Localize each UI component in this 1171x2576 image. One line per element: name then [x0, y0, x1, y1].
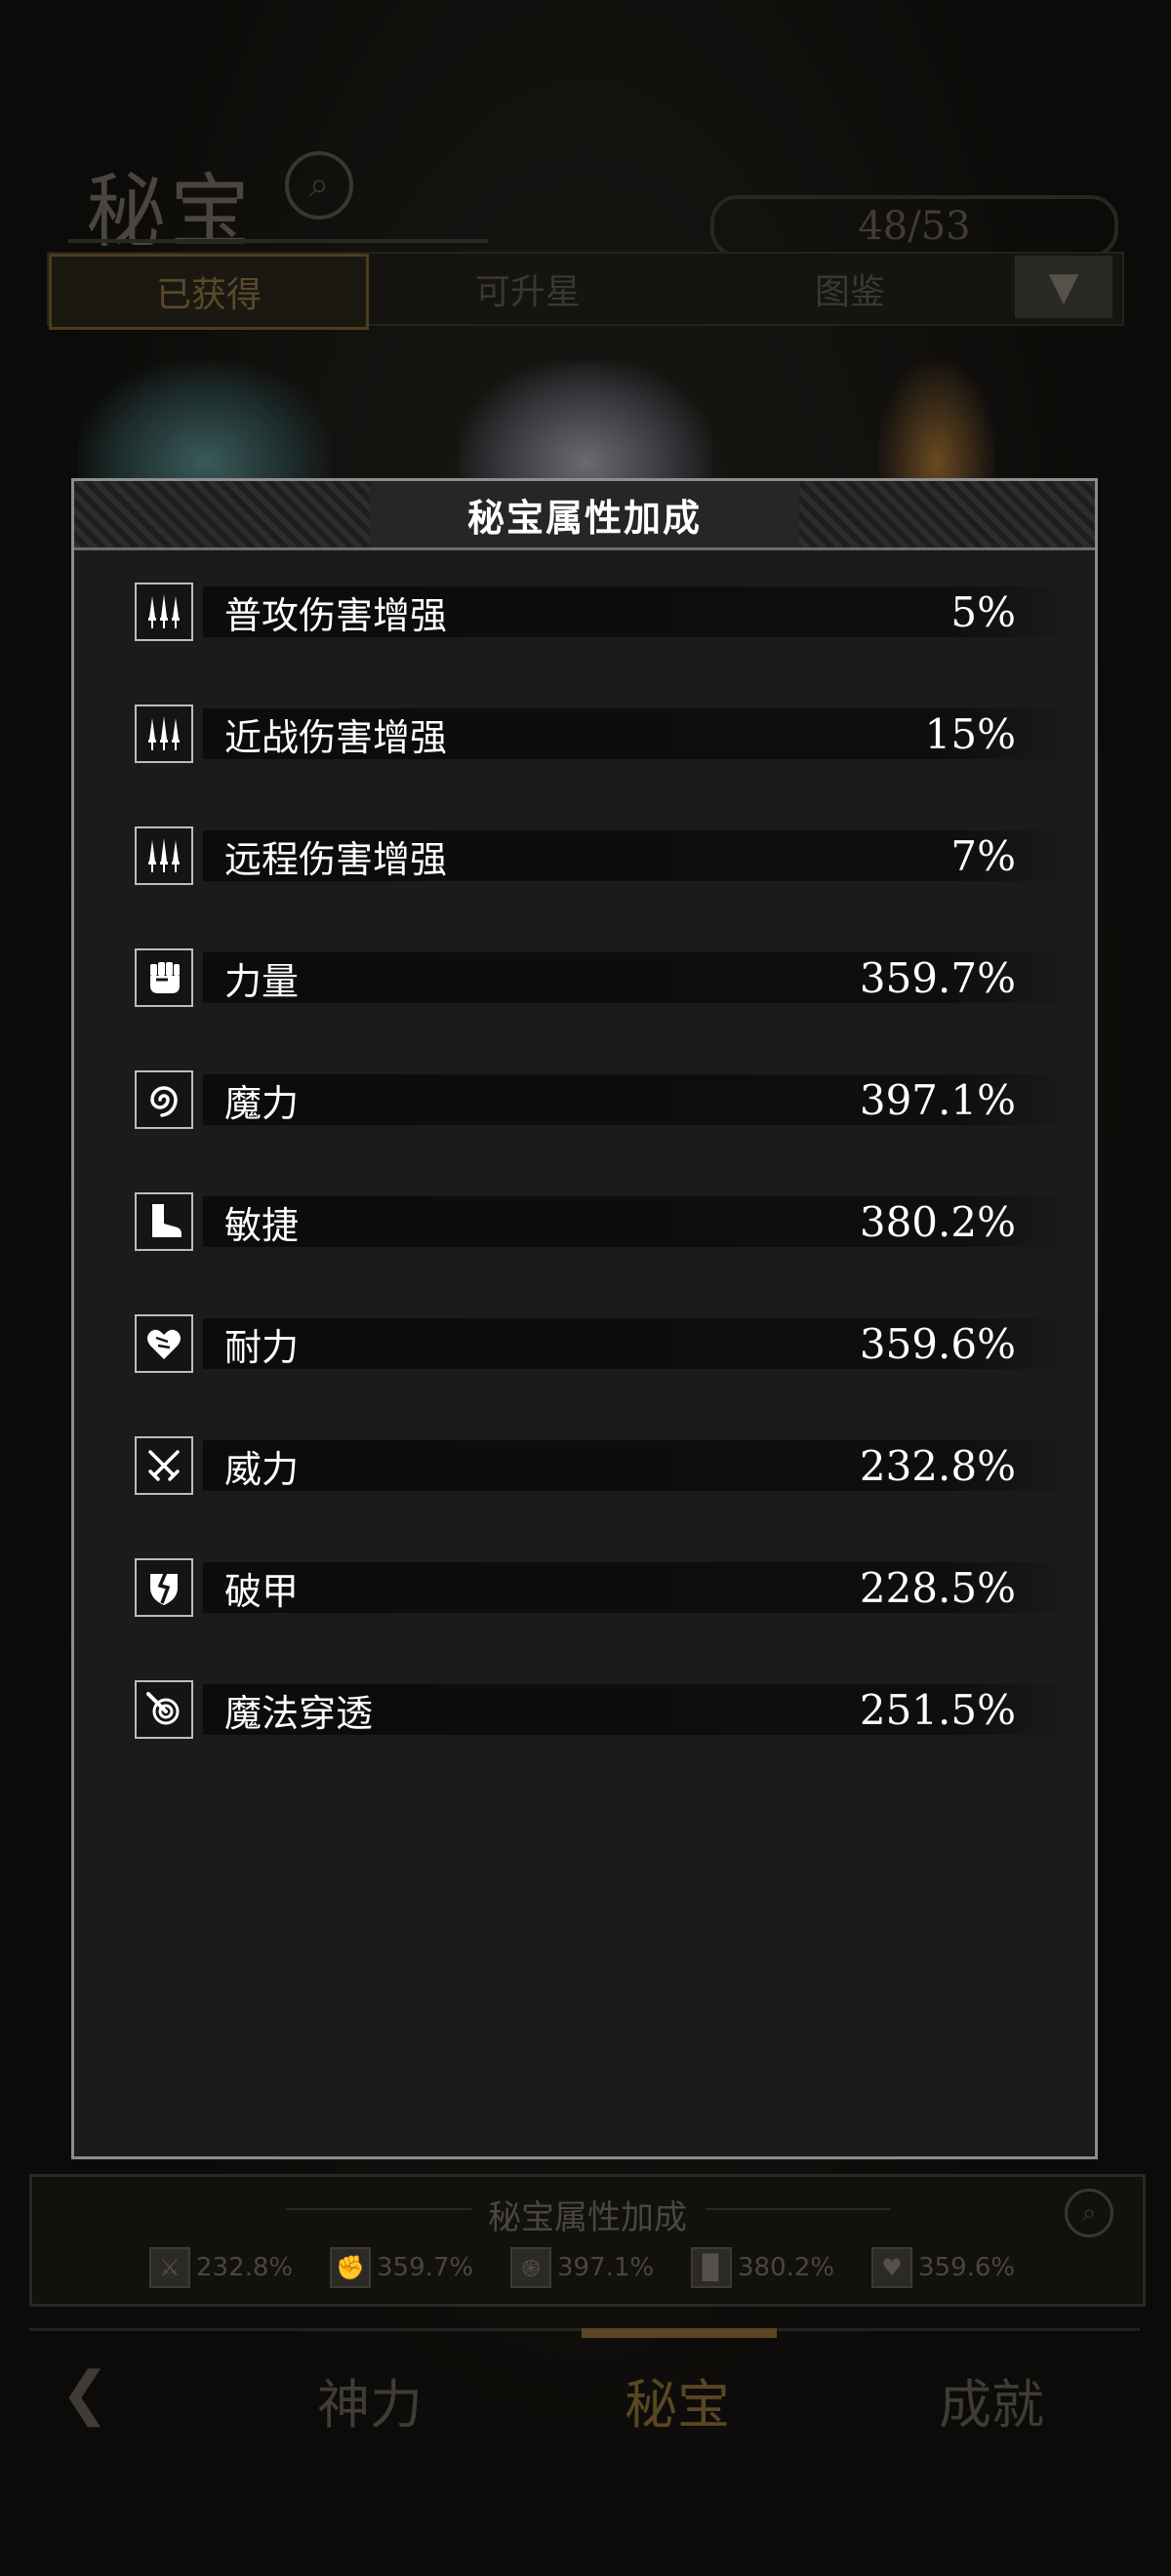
collection-count: 48/53 — [710, 195, 1118, 258]
nav-active-indicator — [582, 2328, 777, 2338]
summary-stat-value: 380.2% — [738, 2253, 835, 2282]
stat-row: 远程伤害增强 7% — [135, 826, 1076, 889]
stat-value: 380.2% — [859, 1197, 1016, 1246]
triple-dagger-icon — [135, 704, 193, 763]
back-icon[interactable]: ❮ — [61, 2359, 109, 2428]
fist-icon — [135, 948, 193, 1007]
tab-upgradable[interactable]: 可升星 — [371, 254, 685, 324]
boot-icon: ▉ — [691, 2247, 732, 2288]
stat-label: 魔力 — [224, 1081, 300, 1125]
stat-row: 力量 359.7% — [135, 948, 1076, 1011]
summary-stat: ⚔ 232.8% — [149, 2247, 293, 2288]
stat-value: 359.7% — [859, 953, 1016, 1002]
tab-obtained[interactable]: 已获得 — [49, 254, 369, 330]
stat-label: 近战伤害增强 — [224, 715, 448, 759]
summary-title: 秘宝属性加成 — [488, 2198, 687, 2237]
broken-shield-icon — [135, 1558, 193, 1617]
stat-value: 251.5% — [859, 1685, 1016, 1734]
treasure-card[interactable] — [878, 361, 995, 488]
tab-bar: 已获得 可升星 图鉴 — [47, 252, 1124, 330]
stat-label: 威力 — [224, 1447, 300, 1491]
summary-search-icon[interactable]: ⌕ — [1065, 2189, 1113, 2237]
attribute-bonus-modal: 秘宝属性加成 普攻伤害增强 5% 近战伤害增强 15% 远程伤害增强 7% 力量 — [71, 478, 1098, 2159]
stat-label: 魔法穿透 — [224, 1691, 374, 1735]
swirl-icon: ֍ — [510, 2247, 551, 2288]
stat-row: 魔法穿透 251.5% — [135, 1680, 1076, 1743]
nav-tab-treasure[interactable]: 秘宝 — [625, 2361, 730, 2438]
stat-row: 普攻伤害增强 5% — [135, 583, 1076, 645]
nav-tab-divine-power[interactable]: 神力 — [317, 2361, 423, 2438]
page-title: 秘宝 — [86, 166, 255, 259]
stat-row: 敏捷 380.2% — [135, 1192, 1076, 1255]
heart-icon: ♥ — [871, 2247, 912, 2288]
swirl-icon — [135, 1070, 193, 1129]
summary-stat-value: 397.1% — [557, 2253, 655, 2282]
boot-icon — [135, 1192, 193, 1251]
stat-row: 魔力 397.1% — [135, 1070, 1076, 1133]
title-underline — [68, 239, 488, 243]
stat-value: 228.5% — [859, 1563, 1016, 1612]
heart-icon — [135, 1314, 193, 1373]
stat-value: 232.8% — [859, 1441, 1016, 1490]
stat-label: 耐力 — [224, 1325, 300, 1369]
stat-row: 威力 232.8% — [135, 1436, 1076, 1499]
stat-label: 远程伤害增强 — [224, 837, 448, 881]
search-icon[interactable]: ⌕ — [285, 151, 353, 220]
modal-title: 秘宝属性加成 — [466, 495, 702, 540]
summary-stat: ֍ 397.1% — [510, 2247, 654, 2288]
stat-value: 7% — [950, 831, 1016, 880]
treasure-card[interactable] — [459, 361, 712, 488]
stat-row: 破甲 228.5% — [135, 1558, 1076, 1621]
treasure-card[interactable] — [78, 361, 332, 488]
triple-dagger-icon — [135, 583, 193, 641]
crossed-swords-icon: ⚔ — [149, 2247, 190, 2288]
summary-stat: ✊ 359.7% — [330, 2247, 473, 2288]
stat-value: 397.1% — [859, 1075, 1016, 1124]
filter-icon[interactable]: ▼ — [1015, 256, 1112, 318]
summary-stat-value: 359.6% — [918, 2253, 1016, 2282]
summary-stat-value: 359.7% — [377, 2253, 474, 2282]
stat-value: 5% — [950, 587, 1016, 636]
stat-value: 15% — [924, 709, 1016, 758]
stat-label: 破甲 — [224, 1569, 300, 1613]
summary-stat-value: 232.8% — [196, 2253, 294, 2282]
magic-pierce-icon — [135, 1680, 193, 1739]
stat-value: 359.6% — [859, 1319, 1016, 1368]
fist-icon: ✊ — [330, 2247, 371, 2288]
tab-catalog[interactable]: 图鉴 — [693, 254, 1007, 324]
triple-dagger-icon — [135, 826, 193, 885]
stat-row: 耐力 359.6% — [135, 1314, 1076, 1377]
modal-header: 秘宝属性加成 — [74, 481, 1095, 550]
attribute-summary-panel[interactable]: 秘宝属性加成 ⌕ ⚔ 232.8% ✊ 359.7% ֍ 397.1% ▉ 38… — [29, 2174, 1146, 2307]
stat-label: 力量 — [224, 959, 300, 1003]
summary-stat: ▉ 380.2% — [691, 2247, 834, 2288]
nav-tab-achievements[interactable]: 成就 — [939, 2361, 1044, 2438]
crossed-swords-icon — [135, 1436, 193, 1495]
summary-stat: ♥ 359.6% — [871, 2247, 1015, 2288]
stat-label: 普攻伤害增强 — [224, 593, 448, 637]
stat-row: 近战伤害增强 15% — [135, 704, 1076, 767]
stat-label: 敏捷 — [224, 1203, 300, 1247]
